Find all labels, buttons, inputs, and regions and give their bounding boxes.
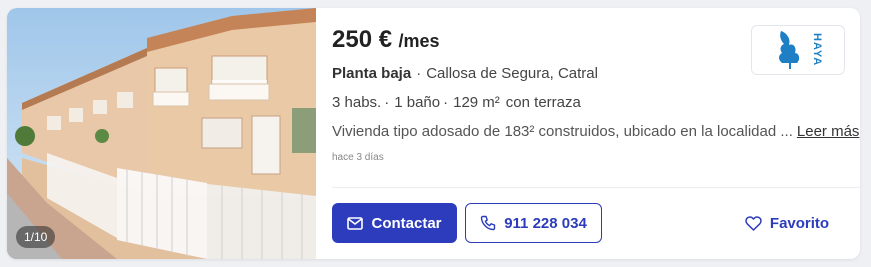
feature-separator: · bbox=[443, 94, 449, 111]
contact-label: Contactar bbox=[371, 214, 442, 232]
phone-icon bbox=[480, 215, 496, 231]
location: Callosa de Segura, Catral bbox=[426, 65, 598, 82]
favorite-button[interactable]: Favorito bbox=[732, 203, 842, 243]
heart-icon bbox=[745, 215, 762, 231]
agency-logo[interactable]: HAYA bbox=[751, 25, 845, 75]
feature-extra: con terraza bbox=[505, 94, 581, 111]
listing-card[interactable]: 1/10 250 € /mes HAYA Planta baja · Callosa… bbox=[7, 8, 860, 259]
feature-separator: · bbox=[384, 94, 390, 111]
features-line: 3 habs. · 1 baño · 129 m² con terraza bbox=[332, 94, 581, 111]
location-line: Planta baja · Callosa de Segura, Catral bbox=[332, 65, 598, 82]
published-date: hace 3 días bbox=[332, 152, 384, 163]
divider bbox=[332, 187, 860, 188]
description: Vivienda tipo adosado de 183² construido… bbox=[332, 123, 859, 140]
listing-photo[interactable]: 1/10 bbox=[7, 8, 316, 259]
description-text: Vivienda tipo adosado de 183² construido… bbox=[332, 123, 793, 140]
mail-icon bbox=[347, 216, 364, 230]
phone-button[interactable]: 911 228 034 bbox=[465, 203, 602, 243]
read-more-link[interactable]: Leer más bbox=[797, 123, 860, 140]
agency-logo-text: HAYA bbox=[811, 33, 823, 67]
feature-rooms: 3 habs. bbox=[332, 94, 382, 111]
contact-button[interactable]: Contactar bbox=[332, 203, 457, 243]
phone-label: 911 228 034 bbox=[504, 214, 587, 232]
feature-baths: 1 baño bbox=[394, 94, 441, 111]
feature-area: 129 m² bbox=[453, 94, 500, 111]
house-photo bbox=[7, 8, 316, 259]
property-type: Planta baja bbox=[332, 65, 412, 82]
favorite-label: Favorito bbox=[769, 214, 830, 232]
price-row: 250 € /mes bbox=[332, 26, 440, 54]
image-counter: 1/10 bbox=[16, 226, 56, 248]
tree-icon bbox=[779, 31, 800, 69]
location-separator: · bbox=[416, 65, 422, 82]
listing-info: 250 € /mes HAYA Planta baja · Callosa de S… bbox=[332, 8, 860, 188]
price-period: /mes bbox=[398, 31, 440, 51]
price: 250 € bbox=[332, 26, 393, 53]
